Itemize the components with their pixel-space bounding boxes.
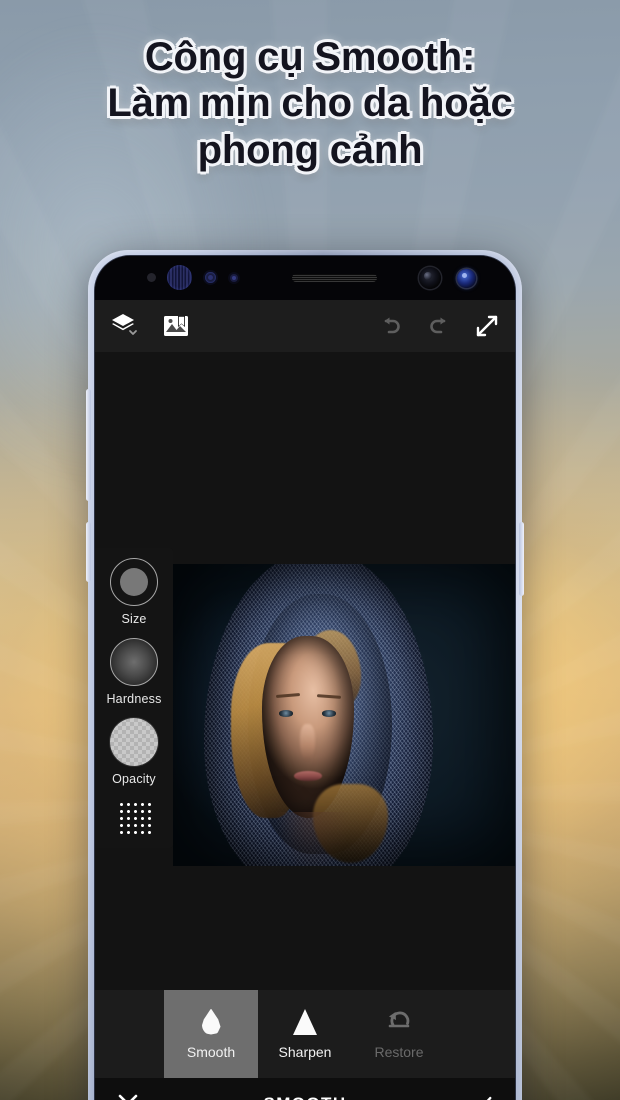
close-x-icon[interactable] xyxy=(117,1093,139,1100)
dot-grid-icon[interactable] xyxy=(117,800,151,834)
tool-button-restore[interactable]: Restore xyxy=(352,990,446,1078)
light-sensor-icon xyxy=(230,274,238,282)
sidebar-item-opacity[interactable]: Opacity xyxy=(110,718,158,786)
editor-canvas[interactable]: Size Hardness Opacity xyxy=(95,352,515,990)
iris-scanner-icon xyxy=(167,265,192,290)
tool-button-sharpen[interactable]: Sharpen xyxy=(258,990,352,1078)
edited-photo[interactable] xyxy=(173,564,515,866)
phone-sensor-bar xyxy=(95,256,515,300)
app-topbar xyxy=(95,300,515,352)
sidebar-item-hardness[interactable]: Hardness xyxy=(106,638,161,706)
triangle-icon xyxy=(293,1008,317,1035)
confirm-bar: SMOOTH xyxy=(95,1078,515,1100)
volume-button[interactable] xyxy=(86,389,91,501)
brush-hardness-icon[interactable] xyxy=(109,638,158,686)
tool-strip: Smooth Sharpen Restore xyxy=(95,990,515,1078)
sidebar-item-size[interactable]: Size xyxy=(110,558,158,626)
phone-device: Size Hardness Opacity Smooth Sharpen Res… xyxy=(86,250,524,1100)
brush-opacity-icon[interactable] xyxy=(110,718,158,766)
brush-sidebar: Size Hardness Opacity xyxy=(95,548,173,848)
app-screen: Size Hardness Opacity Smooth Sharpen Res… xyxy=(95,300,515,1100)
layers-icon[interactable] xyxy=(111,313,141,339)
photo-vignette xyxy=(173,564,515,866)
sidebar-label-opacity: Opacity xyxy=(112,772,156,786)
indicator-sensor-icon xyxy=(205,272,216,283)
checkmark-icon[interactable] xyxy=(471,1093,493,1100)
tool-label-sharpen: Sharpen xyxy=(278,1043,332,1060)
power-button[interactable] xyxy=(519,522,524,596)
sidebar-label-hardness: Hardness xyxy=(106,692,162,706)
expand-icon[interactable] xyxy=(475,314,499,338)
sidebar-label-size: Size xyxy=(121,612,147,626)
proximity-sensor-icon xyxy=(147,273,156,282)
earpiece-speaker-icon xyxy=(292,274,377,282)
confirm-title: SMOOTH xyxy=(139,1094,471,1100)
undo-icon[interactable] xyxy=(379,315,403,337)
tool-label-smooth: Smooth xyxy=(186,1043,236,1060)
brush-size-icon[interactable] xyxy=(110,558,158,606)
phone-screen-area: Size Hardness Opacity Smooth Sharpen Res… xyxy=(95,256,515,1100)
restore-undo-icon xyxy=(384,1009,414,1035)
redo-icon[interactable] xyxy=(427,315,451,337)
status-led-icon xyxy=(457,269,476,288)
front-camera-icon xyxy=(419,267,441,289)
bixby-button[interactable] xyxy=(86,522,91,582)
water-drop-icon xyxy=(201,1008,221,1035)
tool-button-smooth[interactable]: Smooth xyxy=(164,990,258,1078)
tool-label-restore: Restore xyxy=(374,1043,424,1060)
add-image-icon[interactable] xyxy=(163,314,189,338)
